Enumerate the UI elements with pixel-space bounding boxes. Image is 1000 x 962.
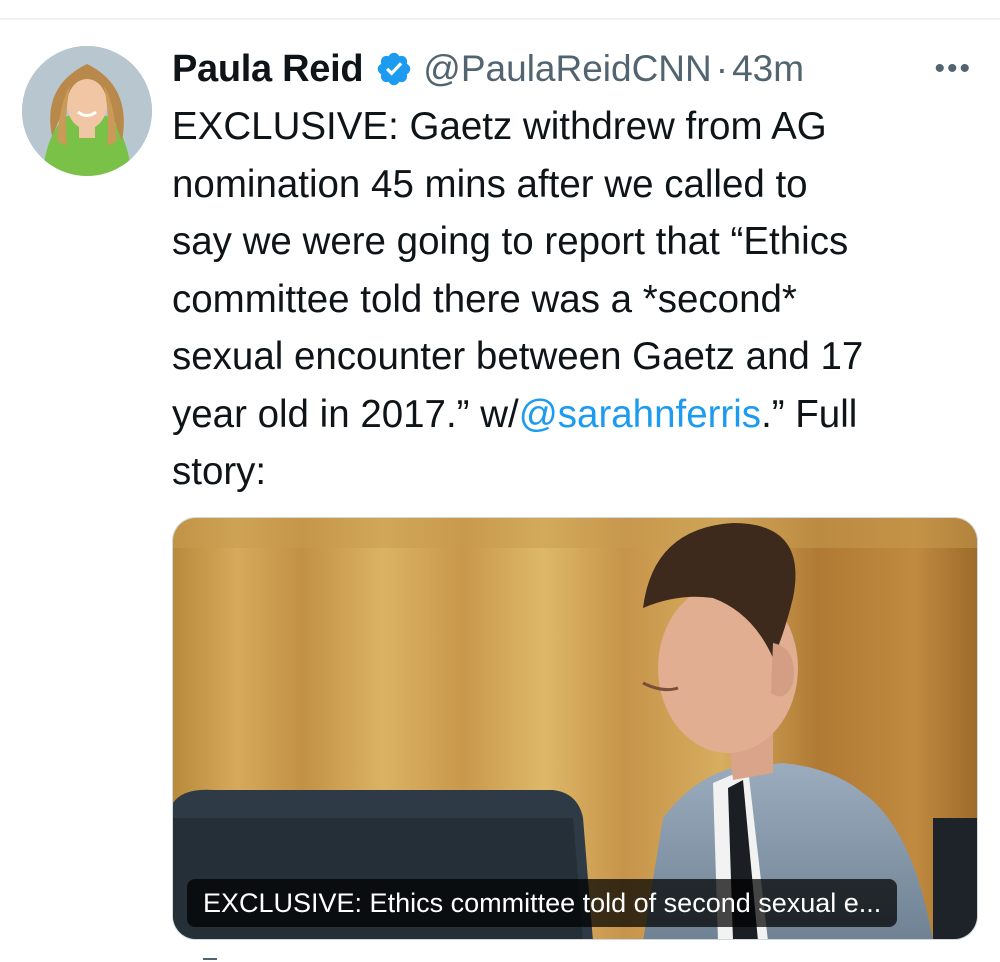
avatar-portrait [22,46,152,176]
card-caption: EXCLUSIVE: Ethics committee told of seco… [187,879,898,927]
tweet-text-part-1: EXCLUSIVE: Gaetz withdrew from AG nomina… [172,105,864,436]
top-divider [0,18,1000,20]
tweet-header: Paula Reid @PaulaReidCNN · 43m [172,40,972,98]
separator: · [715,48,729,89]
tweet-text: EXCLUSIVE: Gaetz withdrew from AG nomina… [172,98,972,501]
verified-badge-icon [375,50,413,88]
timestamp[interactable]: 43m [732,48,804,90]
link-card[interactable]: EXCLUSIVE: Ethics committee told of seco… [172,517,978,940]
avatar[interactable] [22,46,152,176]
author-handle[interactable]: @PaulaReidCNN [423,48,711,90]
more-options-icon[interactable]: ••• [934,52,972,86]
bottom-edge-mark [203,958,217,960]
tweet[interactable]: Paula Reid @PaulaReidCNN · 43m ••• EXCLU… [172,40,972,501]
author-name[interactable]: Paula Reid [172,48,364,91]
card-image [173,518,977,939]
mention-link[interactable]: @sarahnferris [519,393,761,436]
